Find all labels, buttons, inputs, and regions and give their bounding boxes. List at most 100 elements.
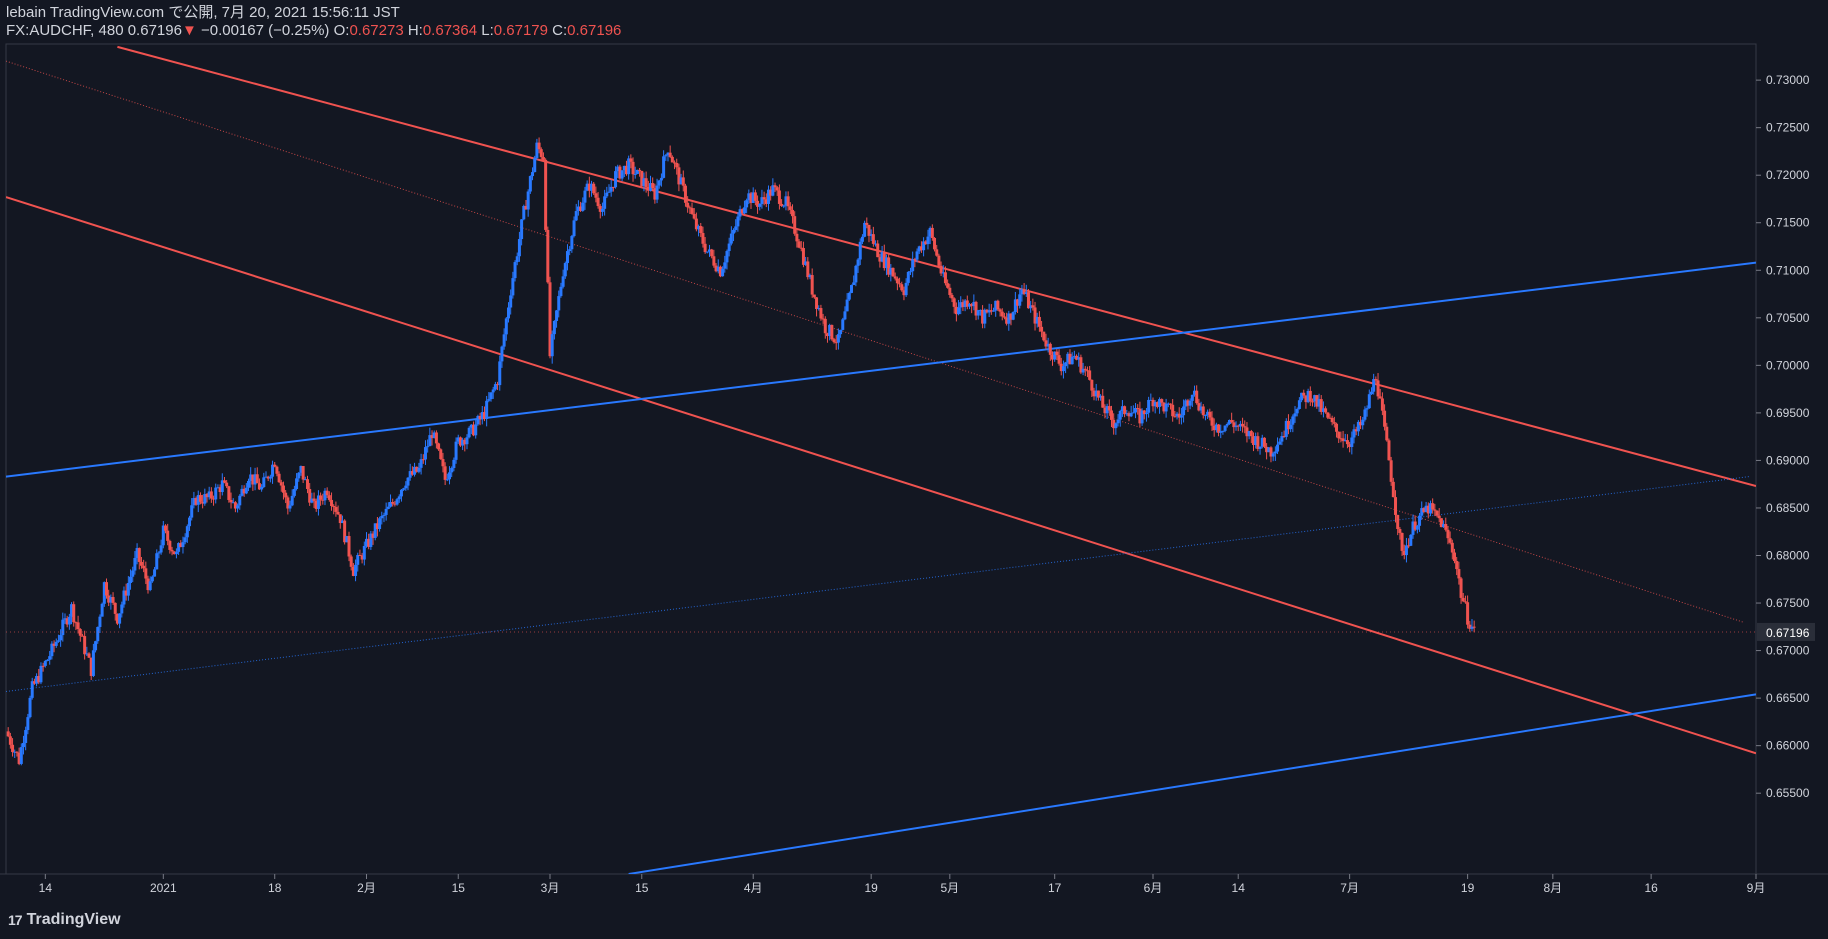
price-chart[interactable]: 0.67196 0.73000 0.72500 0.72000 0.71500 0.710… [0, 0, 1828, 939]
candle-body [305, 479, 309, 489]
candle-body [1389, 460, 1393, 482]
candle-body [638, 169, 642, 171]
candle-body [854, 265, 858, 283]
candle-body [850, 285, 854, 293]
candle-body [703, 243, 707, 253]
trendline-up-dotted-5[interactable] [6, 476, 1750, 692]
candle-body [1374, 379, 1378, 381]
candle-body [312, 498, 316, 501]
candle-body [1324, 408, 1328, 413]
time-tick-label: 17 [1048, 881, 1062, 895]
candle-body [1276, 444, 1280, 452]
candle-body [852, 282, 856, 286]
trendline-up-solid-3[interactable] [6, 261, 1756, 478]
candle-body [871, 234, 875, 244]
current-price-label: 0.67196 [1766, 626, 1810, 640]
candle-body [423, 447, 427, 460]
candle-body [1372, 379, 1376, 392]
candle-body [1201, 406, 1205, 416]
candle-body [876, 243, 880, 258]
candle-body [860, 236, 864, 242]
candle-body [1385, 426, 1389, 441]
candle-body [297, 472, 301, 479]
candle-body [1295, 408, 1299, 414]
time-tick-label: 5月 [940, 881, 959, 895]
candle-body [1168, 403, 1172, 405]
candle-body [181, 542, 185, 548]
time-tick-label: 4月 [744, 881, 763, 895]
candle-body [144, 568, 148, 579]
candle-body [209, 491, 213, 499]
candle-body [681, 177, 685, 186]
candle-body [583, 190, 587, 203]
candle-body [705, 251, 709, 253]
candle-body [815, 297, 819, 310]
candle-body [1249, 431, 1253, 437]
candle-body [1107, 406, 1111, 411]
candle-body [247, 480, 251, 488]
candle-body [1448, 538, 1452, 543]
candle-body [395, 499, 399, 505]
candle-body [1361, 419, 1365, 426]
candle-body [1101, 395, 1105, 408]
candle-body [998, 309, 1002, 312]
candle-body [1398, 528, 1402, 533]
trendline-down-dotted-2[interactable] [6, 60, 1744, 623]
candle-body [513, 262, 517, 279]
candle-body [631, 161, 635, 175]
trendline-down-solid-1[interactable] [6, 196, 1756, 755]
candle-body [712, 256, 716, 266]
candle-body [397, 496, 401, 500]
candle-body [793, 216, 797, 234]
candle-body [465, 437, 469, 445]
candle-body [417, 467, 421, 472]
candle-body [1435, 510, 1439, 516]
candle-body [439, 449, 443, 460]
candle-body [1463, 601, 1467, 603]
candle-body [59, 635, 63, 641]
candle-body [858, 241, 862, 260]
candle-body [1037, 316, 1041, 327]
candle-body [1144, 412, 1148, 415]
candle-body [48, 656, 52, 660]
price-tick-label: 0.68000 [1766, 549, 1810, 563]
candle-body [509, 295, 513, 308]
candle-body [657, 180, 661, 186]
candle-body [139, 561, 143, 566]
candle-body [1262, 437, 1266, 447]
candle-body [729, 233, 733, 244]
candle-body [788, 206, 792, 210]
candle-body [1293, 413, 1297, 417]
candle-body [1243, 426, 1247, 428]
candle-body [1455, 561, 1459, 570]
candle-body [131, 570, 135, 577]
price-tick-label: 0.70000 [1766, 358, 1810, 372]
candle-body [559, 286, 563, 297]
candle-body [43, 660, 47, 666]
candle-body [515, 256, 519, 263]
price-tick-label: 0.70500 [1766, 311, 1810, 325]
candle-body [832, 339, 836, 343]
candle-body [185, 526, 189, 538]
candle-body [976, 310, 980, 316]
candle-body [284, 492, 288, 498]
candle-body [292, 489, 296, 496]
trendline-down-solid-0[interactable] [117, 45, 1756, 488]
candle-body [926, 236, 930, 245]
candle-body [1437, 515, 1441, 519]
candle-body [443, 466, 447, 480]
candle-body [1431, 503, 1435, 510]
tradingview-logo[interactable]: 17 TradingView [8, 911, 121, 929]
candle-body [1396, 514, 1400, 529]
candle-body [275, 466, 279, 474]
candle-body [1459, 578, 1463, 598]
candle-body [839, 329, 843, 335]
candle-body [655, 185, 659, 200]
trendline-up-solid-4[interactable] [628, 693, 1756, 874]
candle-body [437, 443, 441, 450]
candle-body [11, 744, 15, 753]
candle-body [100, 603, 104, 617]
candle-body [517, 239, 521, 257]
candle-body [1326, 412, 1330, 418]
candle-body [54, 641, 58, 646]
